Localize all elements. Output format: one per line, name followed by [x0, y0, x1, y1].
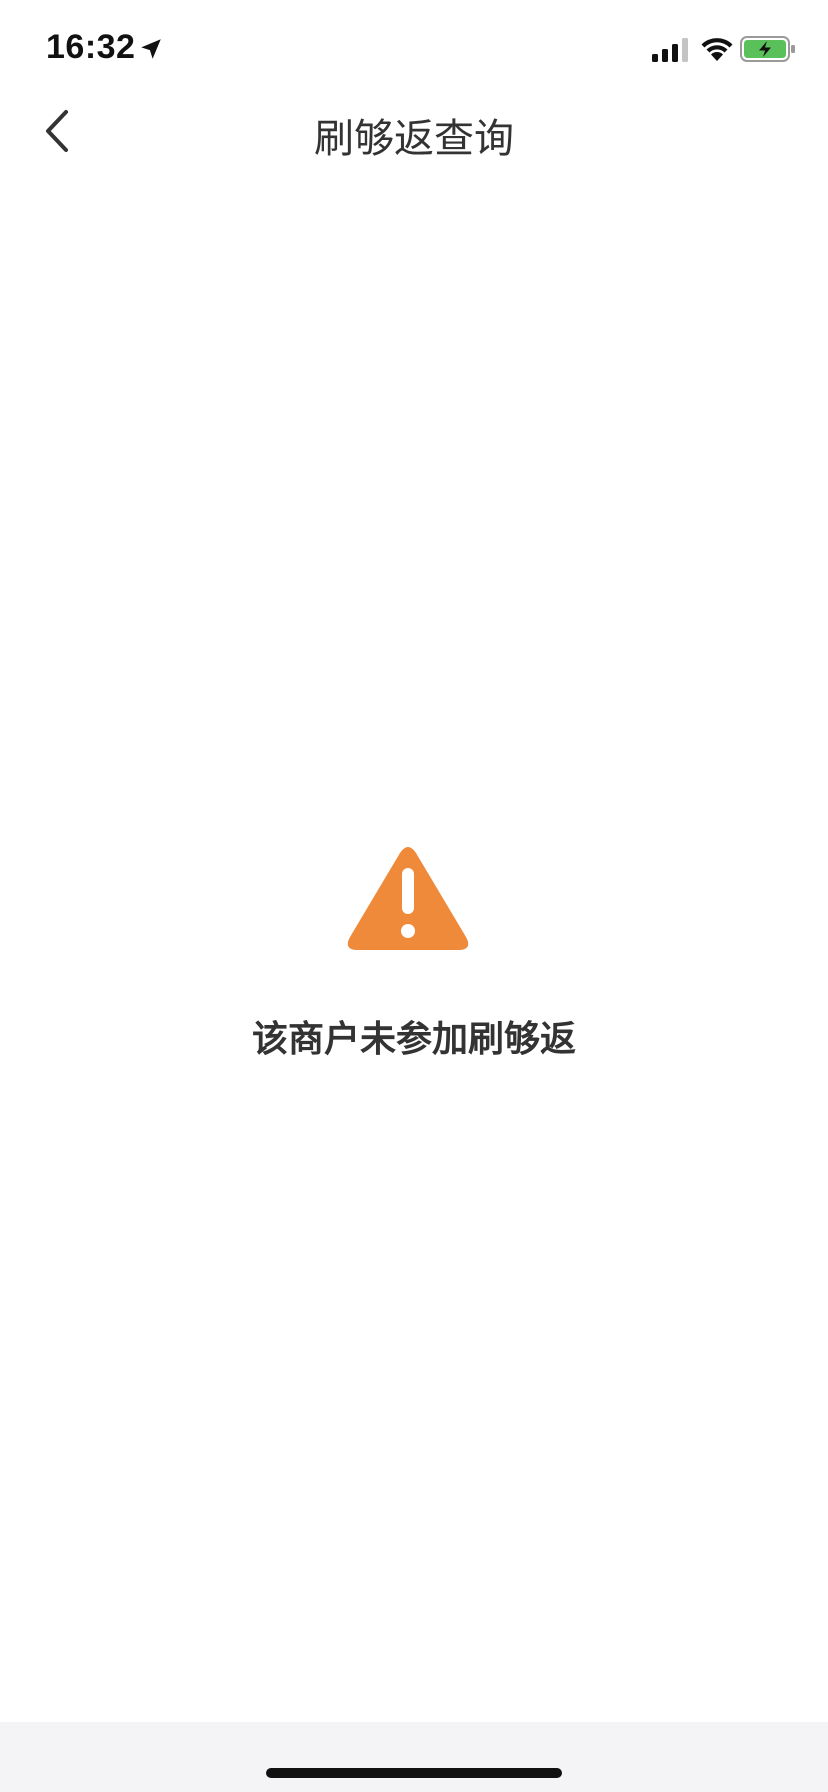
status-bar: 16:32	[0, 0, 828, 100]
screen: 16:32 刷够返查询 该商户未参加刷够返	[0, 0, 828, 1792]
home-indicator[interactable]	[266, 1768, 562, 1778]
status-time: 16:32	[46, 28, 136, 66]
warning-icon	[347, 847, 469, 950]
nav-bar: 刷够返查询	[0, 96, 828, 166]
cellular-signal-icon	[652, 38, 688, 62]
home-indicator-area	[0, 1722, 828, 1792]
battery-charging-icon	[740, 36, 795, 62]
empty-state-message: 该商户未参加刷够返	[251, 1019, 576, 1060]
page-title: 刷够返查询	[314, 116, 514, 162]
wifi-icon	[701, 38, 733, 61]
location-arrow-icon	[141, 39, 161, 59]
